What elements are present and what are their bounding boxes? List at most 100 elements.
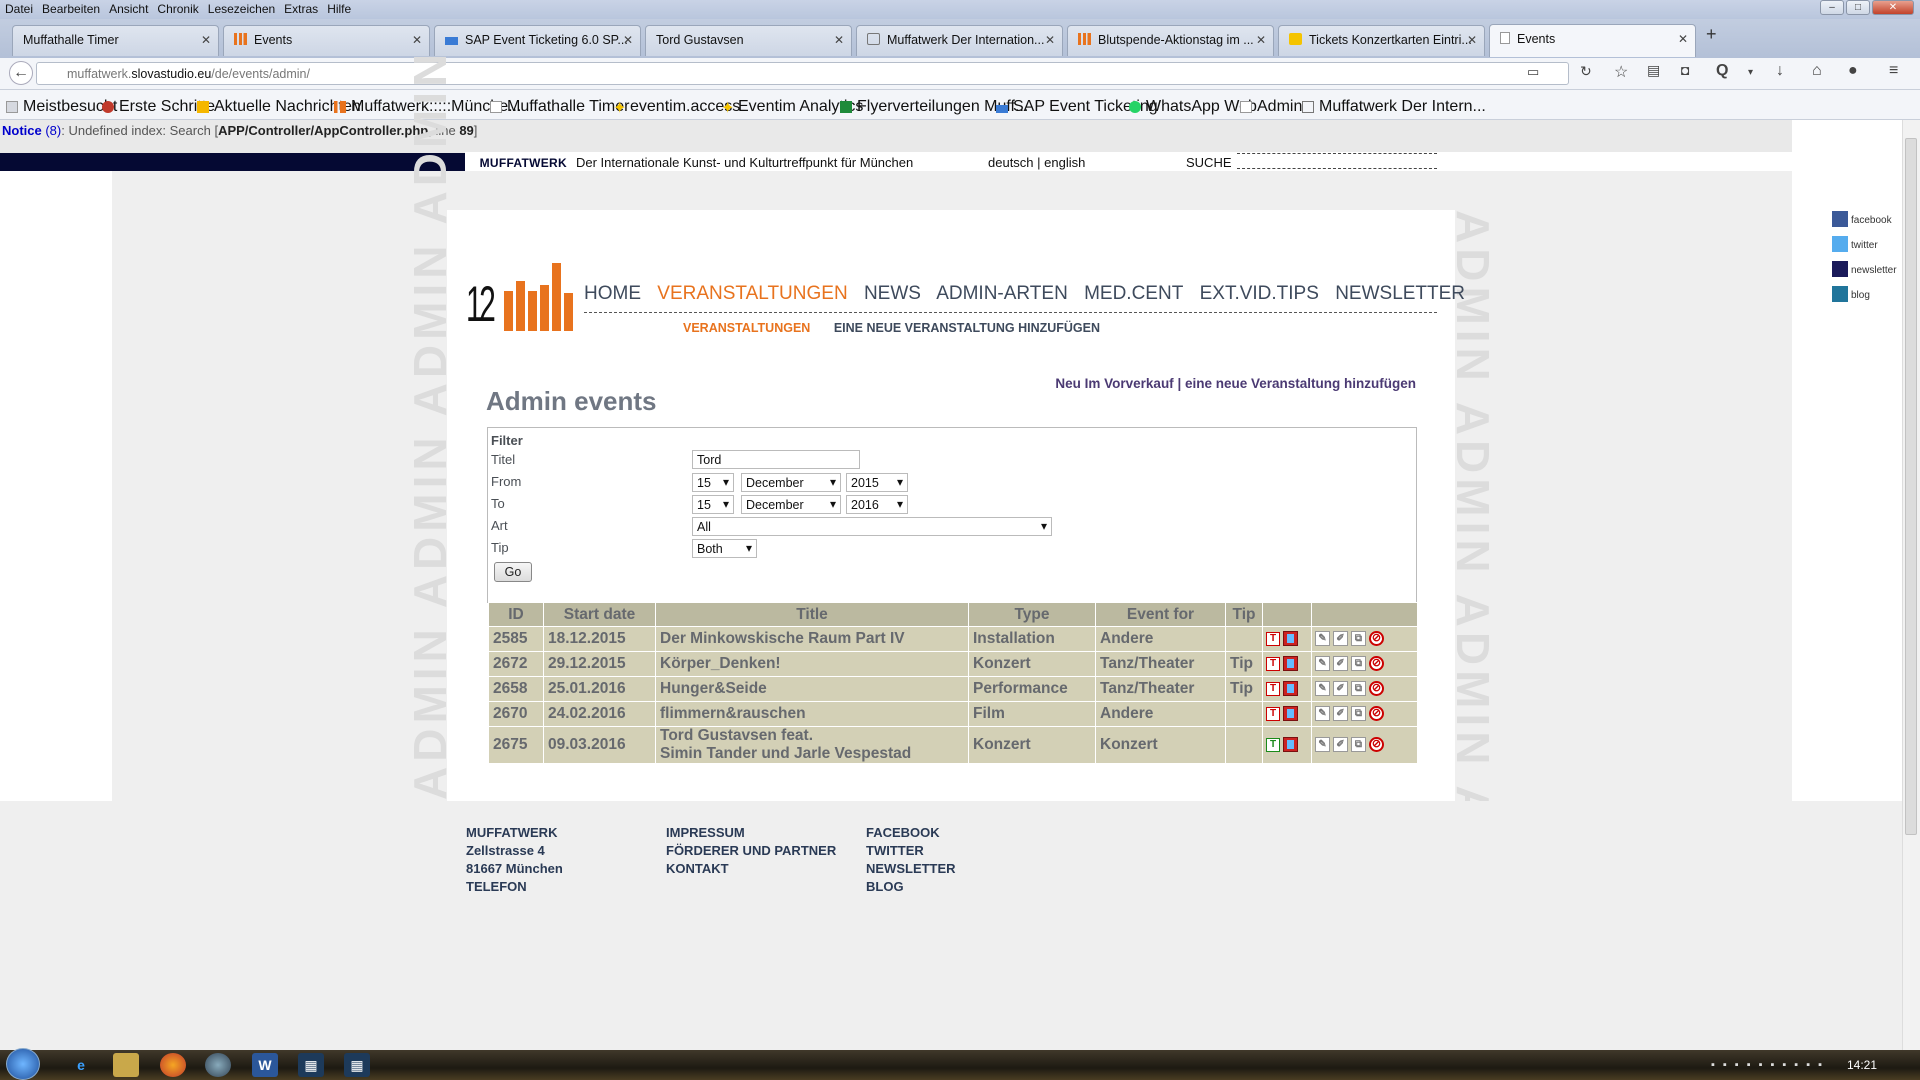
app-icon-2[interactable]: ▦	[344, 1053, 370, 1077]
ticket-toggle-icon[interactable]: T	[1266, 737, 1280, 752]
edit-alt-icon[interactable]: ✐	[1333, 681, 1348, 697]
from-year-select[interactable]: 2015	[846, 473, 908, 492]
delete-icon[interactable]: ⊘	[1369, 706, 1384, 722]
ticket-toggle-icon[interactable]: T	[1266, 681, 1280, 696]
nav-ext-vid-tips[interactable]: EXT.VID.TIPS	[1200, 283, 1319, 304]
from-month-select[interactable]: December	[741, 473, 841, 492]
title-line-1[interactable]: flimmern&rauschen	[660, 705, 964, 723]
close-tab-icon[interactable]: ✕	[1045, 33, 1055, 47]
delete-icon[interactable]: ⊘	[1369, 681, 1384, 697]
menu-extras[interactable]: Extras	[279, 0, 322, 16]
reader-view-icon[interactable]: ▭	[1527, 64, 1539, 80]
site-search-input[interactable]	[1237, 153, 1437, 169]
subnav-veranstaltungen[interactable]: VERANSTALTUNGEN	[683, 321, 810, 335]
footer-facebook[interactable]: FACEBOOK	[866, 824, 956, 842]
art-select[interactable]: All	[692, 517, 1052, 536]
brand-label[interactable]: MUFFATWERK	[465, 152, 567, 172]
subnav-add-event[interactable]: EINE NEUE VERANSTALTUNG HINZUFÜGEN	[834, 321, 1100, 335]
minimize-button[interactable]: –	[1820, 0, 1844, 15]
chevron-down-icon[interactable]: ▾	[1748, 67, 1753, 78]
footer-phone[interactable]: TELEFON	[466, 878, 563, 896]
tab-tord-gustavsen[interactable]: Tord Gustavsen ✕	[645, 25, 852, 56]
start-button[interactable]	[6, 1048, 40, 1080]
publish-icon[interactable]	[1283, 706, 1298, 722]
maximize-button[interactable]: □	[1846, 0, 1870, 15]
delete-icon[interactable]: ⊘	[1369, 656, 1384, 672]
chat-icon[interactable]: ●	[1848, 62, 1858, 80]
col-id[interactable]: ID	[488, 602, 544, 627]
footer-blog[interactable]: BLOG	[866, 878, 956, 896]
footer-partner[interactable]: FÖRDERER UND PARTNER	[666, 842, 836, 860]
edit-icon[interactable]: ✎	[1315, 737, 1330, 753]
tab-events-active[interactable]: Events ✕	[1489, 24, 1696, 57]
publish-icon[interactable]	[1283, 737, 1298, 753]
nav-newsletter[interactable]: NEWSLETTER	[1335, 283, 1465, 304]
delete-icon[interactable]: ⊘	[1369, 737, 1384, 753]
social-twitter[interactable]: twitter	[1832, 236, 1878, 252]
copy-icon[interactable]: ⧉	[1351, 681, 1366, 697]
menu-lesezeichen[interactable]: Lesezeichen	[203, 0, 279, 16]
edit-icon[interactable]: ✎	[1315, 706, 1330, 722]
delete-icon[interactable]: ⊘	[1369, 631, 1384, 647]
close-tab-icon[interactable]: ✕	[201, 33, 211, 47]
go-button[interactable]: Go	[494, 562, 532, 582]
title-line-2[interactable]: Simin Tander und Jarle Vespestad	[660, 745, 964, 763]
firefox-icon[interactable]	[160, 1053, 186, 1077]
bookmark-whatsapp-web[interactable]: WhatsApp Web	[1129, 98, 1257, 116]
menu-ansicht[interactable]: Ansicht	[104, 0, 152, 16]
bookmark-muffatwerk-intern[interactable]: Muffatwerk Der Intern...	[1302, 98, 1486, 116]
copy-icon[interactable]: ⧉	[1351, 656, 1366, 672]
edit-alt-icon[interactable]: ✐	[1333, 706, 1348, 722]
title-line-1[interactable]: Tord Gustavsen feat.	[660, 727, 964, 745]
col-type[interactable]: Type	[968, 602, 1096, 627]
pocket-icon[interactable]: ◘	[1681, 62, 1689, 78]
app-icon[interactable]: ▦	[298, 1053, 324, 1077]
to-day-select[interactable]: 15	[692, 495, 734, 514]
close-tab-icon[interactable]: ✕	[834, 33, 844, 47]
footer-newsletter[interactable]: NEWSLETTER	[866, 860, 956, 878]
bookmark-meistbesucht[interactable]: Meistbesucht	[6, 98, 117, 116]
back-button[interactable]: ←	[9, 61, 33, 85]
menu-bearbeiten[interactable]: Bearbeiten	[37, 0, 104, 16]
titel-input[interactable]: Tord	[692, 450, 860, 469]
from-day-select[interactable]: 15	[692, 473, 734, 492]
close-tab-icon[interactable]: ✕	[623, 33, 633, 47]
social-blog[interactable]: blog	[1832, 286, 1870, 302]
hamburger-menu-icon[interactable]: ≡	[1889, 62, 1898, 80]
tip-select[interactable]: Both	[692, 539, 757, 558]
nav-home[interactable]: HOME	[584, 283, 641, 304]
copy-icon[interactable]: ⧉	[1351, 706, 1366, 722]
ticket-toggle-icon[interactable]: T	[1266, 656, 1280, 671]
bookmarks-menu-icon[interactable]: ▤	[1647, 62, 1660, 79]
language-switcher[interactable]: deutsch | english	[988, 155, 1085, 170]
tab-sap[interactable]: SAP Event Ticketing 6.0 SP... ✕	[434, 25, 641, 56]
download-icon[interactable]: ↓	[1776, 62, 1784, 80]
tab-blutspende[interactable]: Blutspende-Aktionstag im ... ✕	[1067, 25, 1274, 56]
to-month-select[interactable]: December	[741, 495, 841, 514]
close-tab-icon[interactable]: ✕	[1467, 33, 1477, 47]
reload-icon[interactable]: ↻	[1580, 63, 1592, 80]
footer-twitter[interactable]: TWITTER	[866, 842, 956, 860]
social-newsletter[interactable]: newsletter	[1832, 261, 1897, 277]
tab-tickets[interactable]: Tickets Konzertkarten Eintri... ✕	[1278, 25, 1485, 56]
bookmark-star-icon[interactable]: ☆	[1614, 62, 1628, 82]
copy-icon[interactable]: ⧉	[1351, 737, 1366, 753]
title-line-1[interactable]: Der Minkowskische Raum Part IV	[660, 630, 964, 648]
col-title[interactable]: Title	[655, 602, 969, 627]
close-tab-icon[interactable]: ✕	[1678, 32, 1688, 46]
close-window-button[interactable]: ✕	[1872, 0, 1914, 15]
edit-alt-icon[interactable]: ✐	[1333, 737, 1348, 753]
home-icon[interactable]: ⌂	[1812, 62, 1822, 80]
nav-med-cent[interactable]: MED.CENT	[1084, 283, 1183, 304]
nav-admin-arten[interactable]: ADMIN-ARTEN	[936, 283, 1068, 304]
col-tip[interactable]: Tip	[1225, 602, 1263, 627]
to-year-select[interactable]: 2016	[846, 495, 908, 514]
ticket-toggle-icon[interactable]: T	[1266, 631, 1280, 646]
outlook-icon[interactable]	[205, 1053, 231, 1077]
menu-datei[interactable]: Datei	[0, 0, 37, 16]
menu-chronik[interactable]: Chronik	[152, 0, 202, 16]
copy-icon[interactable]: ⧉	[1351, 631, 1366, 647]
tab-events[interactable]: Events ✕	[223, 25, 430, 56]
footer-impressum[interactable]: IMPRESSUM	[666, 824, 836, 842]
file-explorer-icon[interactable]	[113, 1053, 139, 1077]
